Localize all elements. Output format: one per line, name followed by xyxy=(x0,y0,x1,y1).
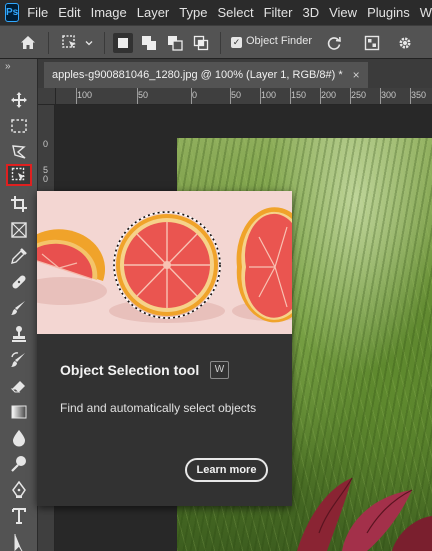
close-icon[interactable]: × xyxy=(353,68,360,82)
ruler-tick xyxy=(230,88,231,104)
eraser-icon[interactable] xyxy=(6,375,32,397)
path-selection-icon[interactable] xyxy=(6,531,32,551)
object-selection-icon[interactable] xyxy=(6,164,32,186)
document-tab-title: apples-g900881046_1280.jpg @ 100% (Layer… xyxy=(52,69,343,81)
ruler-tick xyxy=(320,88,321,104)
horizontal-ruler[interactable]: 100 50 0 50 100 150 200 250 300 350 xyxy=(56,88,432,105)
ruler-label: 50 xyxy=(231,90,242,100)
ruler-label: 300 xyxy=(381,90,397,100)
show-all-objects-icon[interactable] xyxy=(361,32,383,54)
gradient-icon[interactable] xyxy=(6,401,32,423)
ruler-label: 50 xyxy=(138,90,149,100)
subtract-from-selection-icon[interactable] xyxy=(165,33,185,53)
ruler-label: 0 xyxy=(43,174,49,184)
clone-stamp-icon[interactable] xyxy=(6,323,32,345)
photoshop-logo: Ps xyxy=(5,3,20,22)
divider xyxy=(220,32,221,54)
object-finder-label: Object Finder xyxy=(246,35,313,47)
eyedropper-icon[interactable] xyxy=(6,245,32,267)
tooltip-description: Find and automatically select objects xyxy=(60,401,257,415)
tool-tooltip: Object Selection tool W Find and automat… xyxy=(37,191,292,506)
lasso-icon[interactable] xyxy=(6,141,32,163)
menu-edit[interactable]: Edit xyxy=(58,5,80,20)
ruler-tick xyxy=(260,88,261,104)
ruler-label: 100 xyxy=(261,90,277,100)
object-finder-checkbox[interactable]: ✓ xyxy=(231,37,242,48)
type-icon[interactable] xyxy=(6,505,32,527)
brush-icon[interactable] xyxy=(6,297,32,319)
refresh-icon[interactable] xyxy=(323,32,345,54)
ruler-tick xyxy=(137,88,138,104)
menu-3d[interactable]: 3D xyxy=(302,5,319,20)
tooltip-title: Object Selection tool xyxy=(60,362,200,378)
ruler-label: 100 xyxy=(77,90,93,100)
menu-layer[interactable]: Layer xyxy=(137,5,170,20)
ruler-origin[interactable] xyxy=(38,88,56,105)
learn-more-button[interactable]: Learn more xyxy=(185,458,268,482)
ruler-label: 150 xyxy=(291,90,307,100)
ruler-tick xyxy=(350,88,351,104)
ruler-tick xyxy=(410,88,411,104)
home-icon[interactable] xyxy=(17,32,39,54)
object-selection-preset-icon[interactable] xyxy=(59,32,81,54)
add-to-selection-icon[interactable] xyxy=(139,33,159,53)
menu-select[interactable]: Select xyxy=(217,5,253,20)
ruler-tick xyxy=(76,88,77,104)
document-tab[interactable]: apples-g900881046_1280.jpg @ 100% (Layer… xyxy=(44,62,368,88)
menu-window[interactable]: Win xyxy=(420,5,432,20)
ruler-label: 350 xyxy=(411,90,427,100)
frame-icon[interactable] xyxy=(6,219,32,241)
blur-icon[interactable] xyxy=(6,427,32,449)
document-tab-bar: apples-g900881046_1280.jpg @ 100% (Layer… xyxy=(38,59,432,88)
gear-icon[interactable] xyxy=(394,32,416,54)
divider xyxy=(104,32,105,54)
menu-view[interactable]: View xyxy=(329,5,357,20)
menu-file[interactable]: File xyxy=(27,5,48,20)
ruler-tick xyxy=(380,88,381,104)
new-selection-icon[interactable] xyxy=(113,33,133,53)
tooltip-shortcut-key: W xyxy=(210,361,229,379)
menu-type[interactable]: Type xyxy=(179,5,207,20)
tools-panel: » xyxy=(0,59,38,551)
ruler-label: 250 xyxy=(351,90,367,100)
divider xyxy=(48,32,49,54)
chevron-down-icon[interactable] xyxy=(82,32,96,54)
ruler-label: 200 xyxy=(321,90,337,100)
tooltip-preview-image xyxy=(37,191,292,334)
collapse-panel-icon[interactable]: » xyxy=(5,61,10,72)
ruler-label: 0 xyxy=(43,139,49,149)
menu-filter[interactable]: Filter xyxy=(264,5,293,20)
menu-image[interactable]: Image xyxy=(91,5,127,20)
dodge-icon[interactable] xyxy=(6,453,32,475)
move-icon[interactable] xyxy=(6,89,32,111)
ruler-tick xyxy=(290,88,291,104)
intersect-selection-icon[interactable] xyxy=(191,33,211,53)
history-brush-icon[interactable] xyxy=(6,349,32,371)
menu-bar: Ps File Edit Image Layer Type Select Fil… xyxy=(0,0,432,25)
options-bar: ✓ Object Finder xyxy=(0,25,432,59)
healing-brush-icon[interactable] xyxy=(6,271,32,293)
crop-icon[interactable] xyxy=(6,193,32,215)
marquee-icon[interactable] xyxy=(6,115,32,137)
ruler-label: 0 xyxy=(192,90,198,100)
ruler-tick xyxy=(191,88,192,104)
menu-plugins[interactable]: Plugins xyxy=(367,5,410,20)
pen-icon[interactable] xyxy=(6,479,32,501)
